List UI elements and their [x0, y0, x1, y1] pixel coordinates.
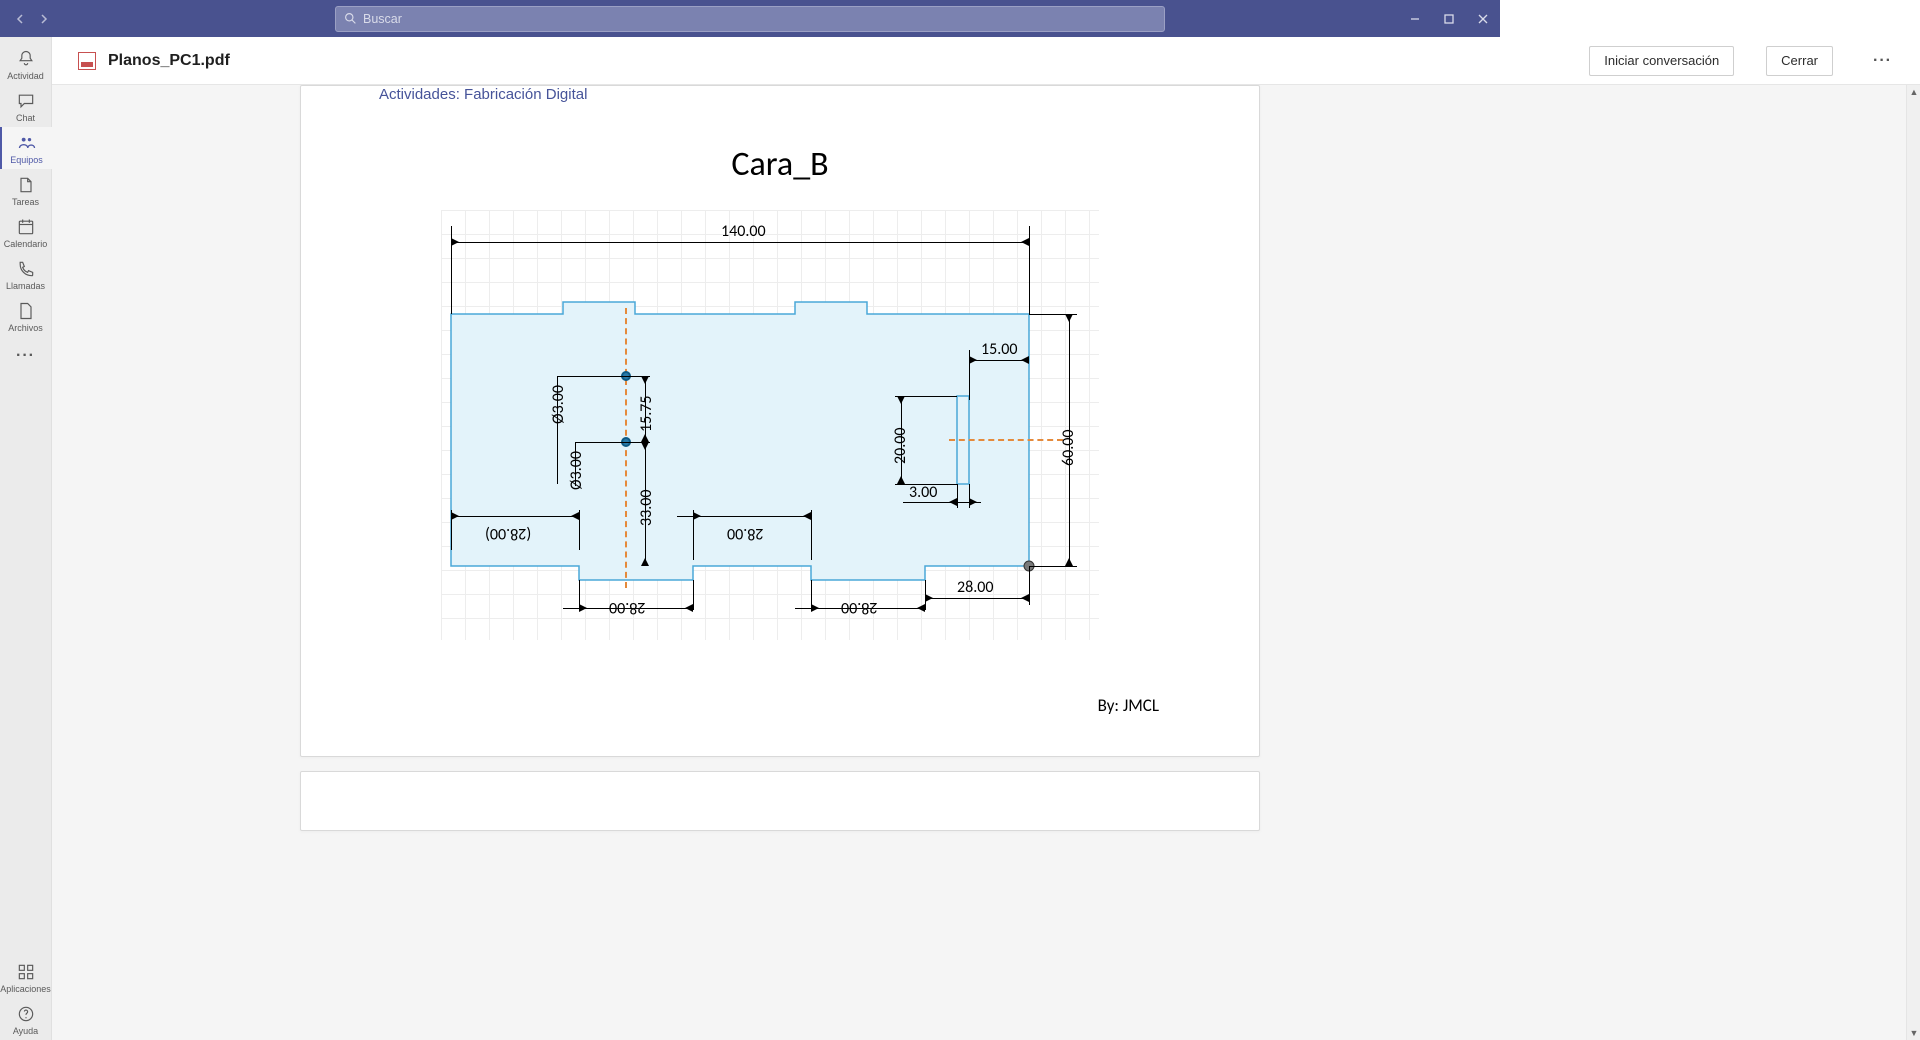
document-section-header: Actividades: Fabricación Digital [379, 86, 587, 103]
document-title: Planos_PC1.pdf [108, 52, 230, 70]
rail-label: Aplicaciones [0, 984, 51, 994]
pdf-page: Actividades: Fabricación Digital Cara_B … [300, 85, 1260, 757]
dim-bottom-tab2: 28.00 [841, 598, 877, 617]
rail-chat[interactable]: Chat [0, 85, 52, 127]
drawing-title: Cara_B [301, 144, 1259, 185]
dim-height: 60.00 [1059, 430, 1078, 466]
assignments-icon [16, 175, 36, 195]
nav-back-button[interactable] [8, 7, 32, 31]
file-icon [16, 301, 36, 321]
rail-label: Actividad [7, 71, 44, 81]
rail-teams[interactable]: Equipos [0, 127, 52, 169]
rail-calendar[interactable]: Calendario [0, 211, 52, 253]
dim-dia2: Ø3.00 [567, 451, 586, 490]
main-area: Planos_PC1.pdf Iniciar conversación Cerr… [52, 37, 1920, 1040]
window-minimize-button[interactable] [1398, 0, 1432, 37]
teams-icon [17, 133, 37, 153]
dim-mid-span: 28.00 [727, 524, 763, 543]
close-button[interactable]: Cerrar [1766, 46, 1833, 76]
rail-help[interactable]: Ayuda [0, 998, 52, 1040]
dim-slot-height: 20.00 [891, 428, 910, 464]
dim-right-inset: 15.00 [981, 340, 1017, 359]
rail-label: Tareas [12, 197, 39, 207]
phone-icon [16, 259, 36, 279]
search-input[interactable] [363, 12, 1156, 26]
rail-activity[interactable]: Actividad [0, 43, 52, 85]
rail-calls[interactable]: Llamadas [0, 253, 52, 295]
chat-icon [16, 91, 36, 111]
document-header: Planos_PC1.pdf Iniciar conversación Cerr… [52, 37, 1920, 85]
window-maximize-button[interactable] [1432, 0, 1466, 37]
rail-more-button[interactable]: ··· [0, 337, 52, 375]
rail-label: Llamadas [6, 281, 45, 291]
dim-hole-to-edge: 33.00 [637, 490, 656, 526]
rail-label: Equipos [10, 155, 43, 165]
rail-label: Archivos [8, 323, 43, 333]
nav-forward-button[interactable] [32, 7, 56, 31]
scrollbar[interactable]: ▲ ▼ [1906, 85, 1920, 1040]
title-bar [0, 0, 1500, 37]
pdf-icon [78, 52, 96, 70]
apps-icon [16, 962, 36, 982]
calendar-icon [16, 217, 36, 237]
start-conversation-button[interactable]: Iniciar conversación [1589, 46, 1734, 76]
dim-bottom-right: 28.00 [957, 578, 993, 597]
rail-label: Calendario [4, 239, 48, 249]
rail-label: Ayuda [13, 1026, 38, 1036]
dim-slot-width: 3.00 [909, 483, 937, 502]
drawing-byline: By: JMCL [1098, 695, 1159, 716]
app-rail: Actividad Chat Equipos Tareas Calendario… [0, 37, 52, 1040]
scroll-down-button[interactable]: ▼ [1907, 1026, 1920, 1040]
dim-left-span: (28.00) [485, 524, 531, 543]
dim-width: 140.00 [721, 222, 766, 241]
more-options-button[interactable]: ··· [1867, 46, 1898, 76]
help-icon [16, 1004, 36, 1024]
bell-icon [16, 49, 36, 69]
dim-hole-gap: 15.75 [637, 396, 656, 432]
window-close-button[interactable] [1466, 0, 1500, 37]
document-viewer: Actividades: Fabricación Digital Cara_B … [52, 85, 1920, 1040]
pdf-page-next [300, 771, 1260, 831]
search-bar[interactable] [335, 6, 1165, 32]
rail-assignments[interactable]: Tareas [0, 169, 52, 211]
dim-dia1: Ø3.00 [549, 385, 568, 424]
technical-drawing: 140.00 60.00 15.00 [441, 210, 1099, 640]
rail-label: Chat [16, 113, 35, 123]
rail-files[interactable]: Archivos [0, 295, 52, 337]
search-icon [344, 12, 357, 25]
rail-apps[interactable]: Aplicaciones [0, 956, 52, 998]
scroll-up-button[interactable]: ▲ [1907, 85, 1920, 99]
dim-bottom-tab1: 28.00 [609, 598, 645, 617]
